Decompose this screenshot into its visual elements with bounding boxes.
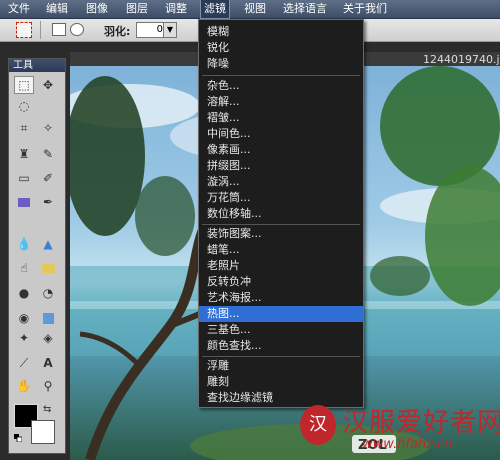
- selection-tool-icon[interactable]: [16, 22, 32, 38]
- burn-tool-icon[interactable]: ●: [14, 284, 34, 302]
- brush-tool-icon[interactable]: ✐: [38, 169, 58, 187]
- menu-item-median[interactable]: 中间色...: [199, 126, 363, 142]
- menu-item-noise[interactable]: 杂色...: [199, 78, 363, 94]
- menu-separator: [202, 356, 360, 357]
- menu-image[interactable]: 图像: [86, 2, 108, 16]
- lasso-tool-icon[interactable]: ◌: [14, 97, 34, 115]
- sponge-tool-icon[interactable]: [38, 259, 58, 277]
- rectangle-tool-icon[interactable]: [14, 193, 34, 211]
- stamp-tool-icon[interactable]: ♜: [14, 145, 34, 163]
- feather-label: 羽化:: [104, 25, 131, 38]
- menu-item-cross-process[interactable]: 反转负冲: [199, 274, 363, 290]
- hand-tool-icon[interactable]: ✋: [14, 377, 34, 395]
- menu-item-sharpen[interactable]: 锐化: [199, 40, 363, 56]
- menu-item-pixelate[interactable]: 像素画...: [199, 142, 363, 158]
- filter-menu: 模糊 锐化 降噪 杂色... 溶解... 褶皱... 中间色... 像素画...…: [198, 19, 364, 408]
- reset-colors-icon[interactable]: [14, 434, 22, 442]
- dodge-tool-icon[interactable]: ◔: [38, 284, 58, 302]
- menu-item-dissolve[interactable]: 溶解...: [199, 94, 363, 110]
- menu-view[interactable]: 视图: [244, 2, 266, 16]
- menu-item-blur[interactable]: 模糊: [199, 24, 363, 40]
- menu-item-three-colors[interactable]: 三基色...: [199, 322, 363, 338]
- menu-item-heatmap[interactable]: 热图...: [199, 306, 363, 322]
- menu-language[interactable]: 选择语言: [283, 2, 327, 16]
- menu-item-tilt-shift[interactable]: 数位移轴...: [199, 206, 363, 222]
- menu-layer[interactable]: 图层: [126, 2, 148, 16]
- ellipse-select-mode-icon[interactable]: [70, 23, 84, 36]
- options-divider: [40, 21, 41, 39]
- zoom-tool-icon[interactable]: ⚲: [38, 377, 58, 395]
- swap-colors-icon[interactable]: ⇆: [43, 404, 51, 415]
- menu-item-pattern[interactable]: 装饰图案...: [199, 226, 363, 242]
- menu-filter[interactable]: 滤镜: [200, 0, 230, 19]
- text-tool-icon[interactable]: A: [38, 354, 58, 372]
- shape-tool-icon[interactable]: [38, 309, 58, 327]
- image-filename: 1244019740.jpg: [423, 53, 500, 66]
- tools-panel: 工具 ⬚ ✥ ◌ ⌗ ✧ ♜ ✎ ▭ ✐ ✒ 💧 ▲ ☝ ● ◔ ◉ ✦ ◈ ⟋…: [8, 58, 66, 454]
- menu-file[interactable]: 文件: [8, 2, 30, 16]
- menu-separator: [202, 224, 360, 225]
- menu-item-denoise[interactable]: 降噪: [199, 56, 363, 72]
- red-eye-tool-icon[interactable]: ◉: [14, 309, 34, 327]
- menu-item-swirl[interactable]: 漩涡...: [199, 174, 363, 190]
- eraser-tool-icon[interactable]: ▭: [14, 169, 34, 187]
- menu-item-kaleidoscope[interactable]: 万花筒...: [199, 190, 363, 206]
- smudge-tool-icon[interactable]: ☝: [14, 259, 34, 277]
- chevron-down-icon[interactable]: ▼: [163, 22, 177, 38]
- menu-item-poster[interactable]: 艺术海报...: [199, 290, 363, 306]
- eyedropper-tool-icon[interactable]: ✒: [38, 193, 58, 211]
- crop-tool-icon[interactable]: ⌗: [14, 119, 34, 137]
- menu-edit[interactable]: 编辑: [46, 2, 68, 16]
- menu-item-old-photo[interactable]: 老照片: [199, 258, 363, 274]
- watermark-url: www.hfahz.cn: [362, 437, 453, 452]
- watermark-seal: 汉: [300, 405, 336, 445]
- magic-wand-tool-icon[interactable]: ✧: [38, 119, 58, 137]
- pencil-tool-icon[interactable]: ✎: [38, 145, 58, 163]
- menu-item-find-edges[interactable]: 查找边缘滤镜: [199, 390, 363, 406]
- menu-item-patchwork[interactable]: 拼缀图...: [199, 158, 363, 174]
- blur-tool-icon[interactable]: 💧: [14, 235, 34, 253]
- menu-item-color-lookup[interactable]: 颜色查找...: [199, 338, 363, 354]
- pen-tool-icon[interactable]: ✦: [14, 329, 34, 347]
- dropper-tool-icon[interactable]: ⟋: [14, 354, 34, 372]
- menu-adjust[interactable]: 调整: [165, 2, 187, 16]
- color-replace-tool-icon[interactable]: ◈: [38, 329, 58, 347]
- menu-item-engrave[interactable]: 雕刻: [199, 374, 363, 390]
- marquee-tool-icon[interactable]: ⬚: [14, 76, 34, 94]
- menu-bar: 文件 编辑 图像 图层 调整 滤镜 视图 选择语言 关于我们: [0, 0, 500, 19]
- background-color-swatch[interactable]: [31, 420, 55, 444]
- move-tool-icon[interactable]: ✥: [38, 76, 58, 94]
- menu-item-wrinkle[interactable]: 褶皱...: [199, 110, 363, 126]
- tools-panel-title: 工具: [9, 59, 65, 72]
- menu-about[interactable]: 关于我们: [343, 2, 387, 16]
- menu-item-emboss[interactable]: 浮雕: [199, 358, 363, 374]
- rect-select-mode-icon[interactable]: [52, 23, 66, 36]
- menu-separator: [202, 75, 360, 76]
- menu-item-crayon[interactable]: 蜡笔...: [199, 242, 363, 258]
- sharpen-tool-icon[interactable]: ▲: [38, 235, 58, 253]
